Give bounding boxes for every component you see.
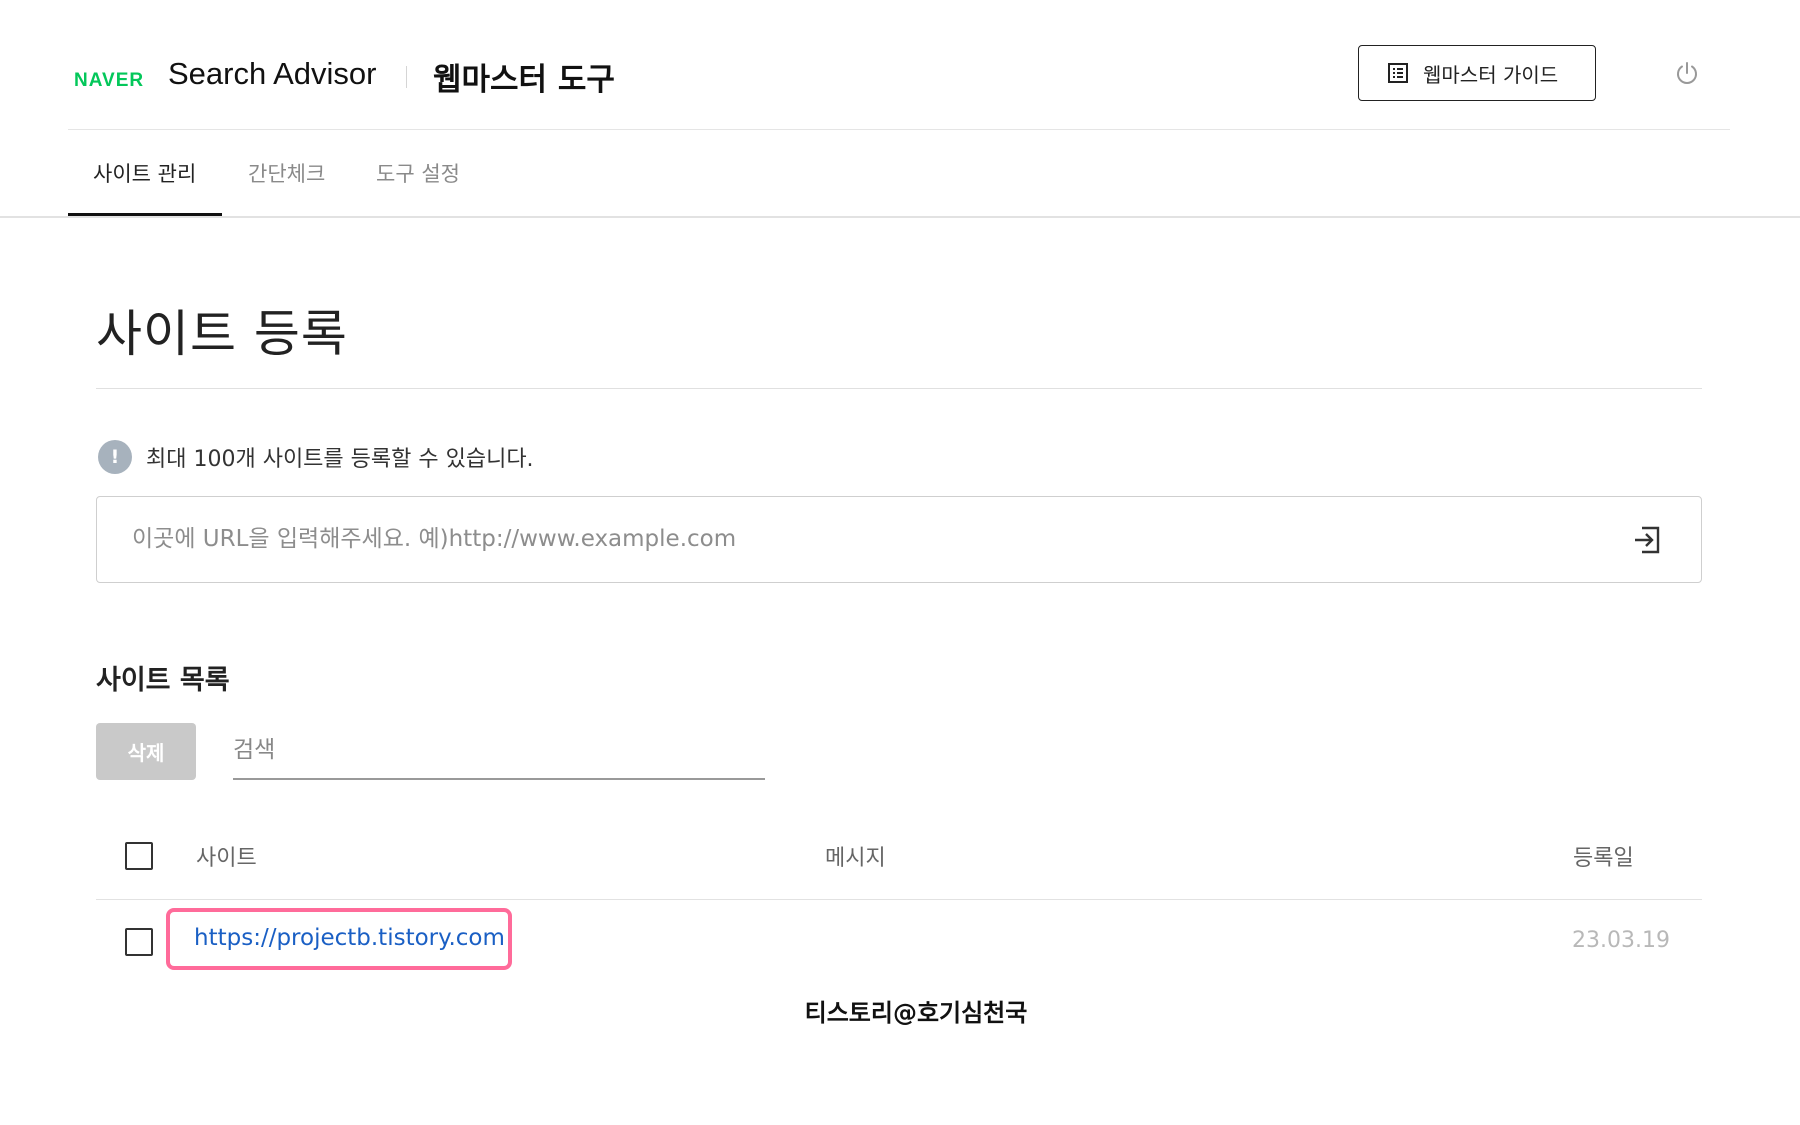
site-highlight-box: https://projectb.tistory.com <box>166 908 512 970</box>
row-checkbox[interactable] <box>125 928 153 956</box>
watermark-text: 티스토리@호기심천국 <box>804 999 1028 1027</box>
brand-title[interactable]: Search Advisor <box>168 56 377 92</box>
table-row: https://projectb.tistory.com 23.03.19 <box>96 900 1702 986</box>
webmaster-guide-label: 웹마스터 가이드 <box>1423 62 1559 87</box>
active-tab-indicator <box>68 213 222 216</box>
brand-subtitle[interactable]: 웹마스터 도구 <box>433 54 615 99</box>
select-all-checkbox[interactable] <box>125 842 153 870</box>
site-table-header: 사이트 메시지 등록일 <box>96 818 1702 900</box>
header: NAVER Search Advisor 웹마스터 도구 웹마스터 가이드 <box>68 44 1730 130</box>
exclamation-icon: ! <box>98 440 132 474</box>
column-header-message: 메시지 <box>825 846 886 871</box>
column-header-registered-date[interactable]: 등록일 <box>1573 840 1634 872</box>
info-text: 최대 100개 사이트를 등록할 수 있습니다. <box>146 447 534 472</box>
url-input-box <box>96 496 1702 583</box>
webmaster-guide-button[interactable]: 웹마스터 가이드 <box>1358 45 1596 101</box>
tab-quick-check[interactable]: 간단체크 <box>248 158 325 188</box>
main-tabs: 사이트 관리 간단체크 도구 설정 <box>0 130 1800 218</box>
column-header-site: 사이트 <box>196 846 257 871</box>
delete-button[interactable]: 삭제 <box>96 723 196 780</box>
page-title: 사이트 등록 <box>96 305 348 363</box>
enter-icon[interactable] <box>1630 523 1664 557</box>
naver-logo[interactable]: NAVER <box>74 70 144 92</box>
site-list-heading: 사이트 목록 <box>96 665 230 696</box>
title-divider <box>96 388 1702 389</box>
search-field <box>233 723 765 780</box>
tab-site-management[interactable]: 사이트 관리 <box>93 158 196 188</box>
info-notice: ! 최대 100개 사이트를 등록할 수 있습니다. <box>98 440 534 474</box>
search-input[interactable] <box>233 723 765 777</box>
document-list-icon <box>1388 63 1408 83</box>
url-input[interactable] <box>132 517 1552 561</box>
tab-tool-settings[interactable]: 도구 설정 <box>376 158 460 188</box>
registered-date: 23.03.19 <box>1572 928 1670 953</box>
power-icon[interactable] <box>1672 58 1702 88</box>
site-link[interactable]: https://projectb.tistory.com <box>194 925 505 951</box>
brand-divider <box>406 66 407 88</box>
